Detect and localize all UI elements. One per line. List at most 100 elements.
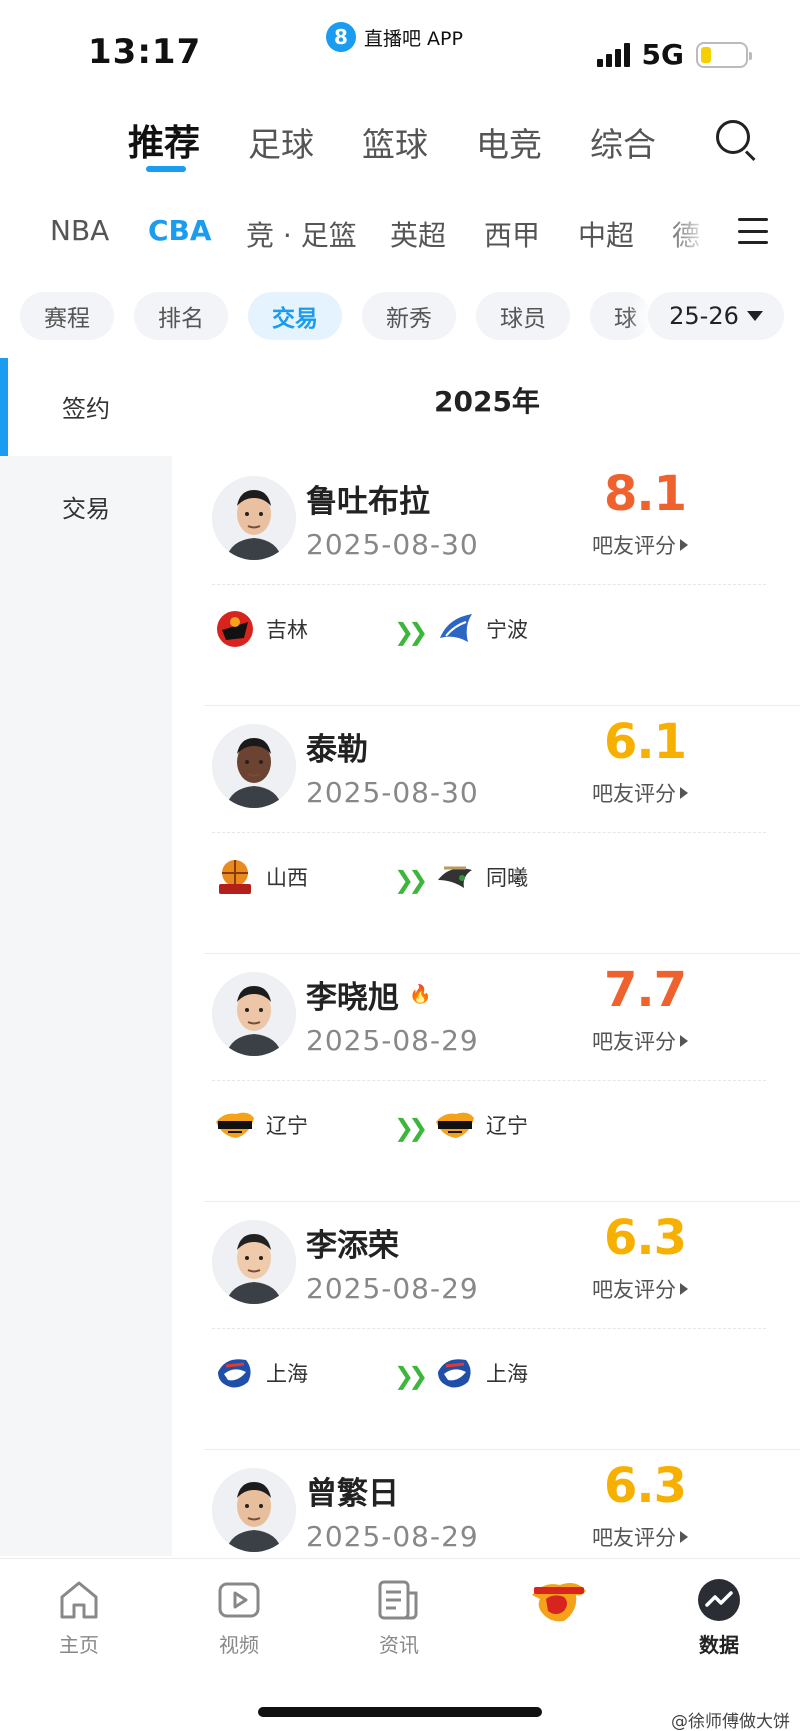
tab-basketball[interactable]: 篮球: [362, 118, 428, 166]
nav-news[interactable]: 资讯: [339, 1577, 459, 1658]
fan-rating-label: 吧友评分: [592, 534, 676, 558]
season-select[interactable]: 25-26: [648, 292, 784, 340]
data-icon: [698, 1579, 740, 1621]
from-team[interactable]: 山西: [214, 856, 308, 898]
chevron-right-icon: [680, 539, 688, 551]
fire-icon: 🔥: [409, 984, 432, 1005]
chevron-right-icon: [680, 1531, 688, 1543]
tab-esports[interactable]: 电竞: [476, 118, 542, 166]
league-laliga[interactable]: 西甲: [484, 214, 540, 254]
to-team-name: 辽宁: [486, 1114, 528, 1138]
to-team[interactable]: 宁波: [434, 608, 528, 650]
tongxi-logo-icon: [434, 856, 476, 898]
from-team[interactable]: 辽宁: [214, 1104, 308, 1146]
divider: [212, 832, 766, 833]
to-team[interactable]: 上海: [434, 1352, 528, 1394]
chevron-right-icon: [680, 1283, 688, 1295]
player-name[interactable]: 曾繁日: [306, 1468, 399, 1513]
signal-icon: [596, 42, 630, 67]
player-avatar[interactable]: [212, 476, 296, 560]
fan-rating-score[interactable]: 8.1: [604, 466, 687, 522]
player-avatar[interactable]: [212, 724, 296, 808]
search-icon[interactable]: [716, 120, 756, 162]
network-label: 5G: [641, 38, 684, 71]
transfer-arrow-icon: ❯❯: [394, 866, 428, 894]
player-name[interactable]: 鲁吐布拉: [306, 476, 430, 521]
chip-player[interactable]: 球员: [476, 292, 570, 340]
player-name[interactable]: 李添荣: [306, 1220, 399, 1265]
year-header: 2025年: [434, 385, 540, 418]
fan-rating-score[interactable]: 6.3: [604, 1210, 687, 1266]
nav-team[interactable]: [499, 1577, 619, 1631]
side-item-signing[interactable]: 签约: [0, 356, 172, 456]
league-fade: [664, 208, 714, 264]
nav-video[interactable]: 视频: [179, 1577, 299, 1658]
nav-home[interactable]: 主页: [19, 1577, 139, 1658]
transfer-date: 2025-08-29: [306, 1272, 479, 1305]
transfer-arrow-icon: ❯❯: [394, 1362, 428, 1390]
transfer-card[interactable]: 鲁吐布拉 2025-08-30 8.1 吧友评分 吉林 ❯❯ 宁波: [204, 458, 800, 706]
league-nba[interactable]: NBA: [50, 214, 109, 247]
transfer-date: 2025-08-29: [306, 1520, 479, 1553]
fan-rating-label: 吧友评分: [592, 1030, 676, 1054]
from-team-name: 吉林: [266, 618, 308, 642]
divider: [212, 584, 766, 585]
chip-schedule[interactable]: 赛程: [20, 292, 114, 340]
fan-rating-label: 吧友评分: [592, 782, 676, 806]
league-epl[interactable]: 英超: [390, 214, 446, 254]
league-cba[interactable]: CBA: [148, 214, 212, 247]
from-team[interactable]: 吉林: [214, 608, 308, 650]
status-right: 5G: [596, 38, 752, 71]
home-indicator[interactable]: [258, 1707, 542, 1717]
from-team-name: 辽宁: [266, 1114, 308, 1138]
chip-rookie[interactable]: 新秀: [362, 292, 456, 340]
shanghai-logo-icon: [434, 1352, 476, 1394]
season-value: 25-26: [669, 302, 739, 330]
league-csl[interactable]: 中超: [578, 214, 634, 254]
fan-rating-link[interactable]: 吧友评分: [592, 530, 688, 560]
player-name-text: 鲁吐布拉: [306, 484, 430, 520]
tab-general[interactable]: 综合: [590, 118, 656, 166]
nav-label: 资讯: [379, 1633, 419, 1657]
side-nav: 签约 交易: [0, 356, 172, 1556]
nav-label: 主页: [59, 1633, 99, 1657]
league-lottery[interactable]: 竞 · 足篮: [246, 214, 357, 254]
menu-icon[interactable]: [738, 218, 768, 244]
team-logo-icon: [532, 1583, 586, 1622]
to-team[interactable]: 辽宁: [434, 1104, 528, 1146]
transfer-date: 2025-08-30: [306, 776, 479, 809]
chevron-right-icon: [680, 1035, 688, 1047]
player-name[interactable]: 泰勒: [306, 724, 368, 769]
nav-data[interactable]: 数据: [659, 1577, 779, 1658]
liaoning-logo-icon: [434, 1104, 476, 1146]
transfer-card[interactable]: 泰勒 2025-08-30 6.1 吧友评分山西 ❯❯ 同曦: [204, 706, 800, 954]
transfer-card[interactable]: 李晓旭 🔥 2025-08-29 7.7 吧友评分 辽宁 ❯❯ 辽宁: [204, 954, 800, 1202]
fan-rating-score[interactable]: 6.3: [604, 1458, 687, 1514]
jilin-logo-icon: [214, 608, 256, 650]
to-team-name: 同曦: [486, 866, 528, 890]
chip-ranking[interactable]: 排名: [134, 292, 228, 340]
fan-rating-link[interactable]: 吧友评分: [592, 1274, 688, 1304]
transfer-card[interactable]: 李添荣 2025-08-29 6.3 吧友评分上海 ❯❯ 上海: [204, 1202, 800, 1450]
fan-rating-link[interactable]: 吧友评分: [592, 1026, 688, 1056]
tab-football[interactable]: 足球: [248, 118, 314, 166]
video-icon: [218, 1582, 260, 1618]
from-team[interactable]: 上海: [214, 1352, 308, 1394]
chip-trade[interactable]: 交易: [248, 292, 342, 340]
fan-rating-link[interactable]: 吧友评分: [592, 778, 688, 808]
player-avatar[interactable]: [212, 972, 296, 1056]
filter-chips: 赛程 排名 交易 新秀 球员 球 25-26: [0, 292, 800, 344]
player-avatar[interactable]: [212, 1220, 296, 1304]
fan-rating-label: 吧友评分: [592, 1278, 676, 1302]
player-avatar[interactable]: [212, 1468, 296, 1552]
shanxi-logo-icon: [214, 856, 256, 898]
to-team-name: 上海: [486, 1362, 528, 1386]
player-name[interactable]: 李晓旭 🔥: [306, 972, 431, 1017]
fan-rating-link[interactable]: 吧友评分: [592, 1522, 688, 1552]
side-item-trade[interactable]: 交易: [0, 456, 172, 556]
fan-rating-score[interactable]: 6.1: [604, 714, 687, 770]
tab-recommend[interactable]: 推荐: [128, 114, 200, 166]
chip-team[interactable]: 球: [590, 292, 650, 340]
fan-rating-score[interactable]: 7.7: [604, 962, 687, 1018]
to-team[interactable]: 同曦: [434, 856, 528, 898]
